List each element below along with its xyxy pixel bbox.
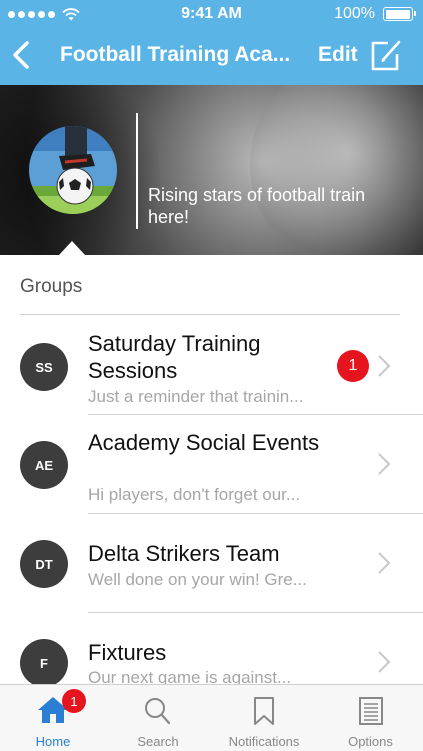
unread-badge: 1	[337, 350, 369, 382]
group-preview: Hi players, don't forget our...	[88, 485, 301, 504]
tab-label: Notifications	[228, 734, 300, 749]
group-name: Academy Social Events	[88, 430, 320, 455]
navigation-bar: Football Training Aca... Edit	[0, 28, 423, 85]
tab-notifications[interactable]: Notifications	[210, 685, 318, 751]
edit-button[interactable]: Edit	[318, 43, 358, 67]
battery-icon	[383, 7, 416, 21]
status-bar: 9:41 AM 100%	[0, 0, 423, 28]
home-badge: 1	[62, 689, 86, 713]
banner-pointer	[59, 241, 85, 255]
group-initials-avatar: AE	[20, 441, 68, 489]
tab-bar: 1 Home Search Notifications Options	[0, 684, 423, 751]
tab-search[interactable]: Search	[106, 685, 210, 751]
banner-background-ball	[250, 85, 423, 255]
chevron-right-icon	[378, 552, 391, 574]
group-row-academy-social[interactable]: AE Academy Social Events Hi players, don…	[0, 415, 423, 514]
compose-icon[interactable]	[370, 38, 402, 72]
bookmark-icon	[254, 697, 274, 725]
group-row-delta-strikers[interactable]: DT Delta Strikers Team Well done on your…	[0, 514, 423, 613]
battery-percent: 100%	[334, 5, 375, 22]
groups-heading: Groups	[20, 276, 83, 297]
group-initials-avatar: SS	[20, 343, 68, 391]
group-name: Fixtures	[88, 640, 167, 665]
tab-label: Options	[348, 734, 393, 749]
tab-label: Search	[137, 734, 179, 749]
tab-options[interactable]: Options	[318, 685, 423, 751]
group-initials-avatar: F	[20, 639, 68, 687]
tab-label: Home	[35, 734, 71, 749]
chevron-right-icon	[378, 651, 391, 673]
groups-heading-underline	[20, 314, 400, 315]
group-name: Saturday Training Sessions	[88, 331, 261, 383]
group-name: Delta Strikers Team	[88, 541, 280, 566]
group-initials-avatar: DT	[20, 540, 68, 588]
group-tagline: Rising stars of football train here!	[148, 185, 366, 227]
group-preview: Just a reminder that trainin...	[88, 387, 304, 406]
chevron-right-icon	[378, 453, 391, 475]
tab-home[interactable]: 1 Home	[0, 685, 106, 751]
search-icon	[145, 698, 171, 725]
banner-divider	[136, 113, 138, 229]
football-avatar	[29, 126, 117, 214]
group-preview: Well done on your win! Gre...	[88, 570, 307, 589]
page-title: Football Training Aca...	[60, 43, 291, 66]
list-icon	[358, 697, 383, 725]
group-row-saturday-training[interactable]: SS Saturday Training Sessions Just a rem…	[0, 316, 423, 415]
chevron-right-icon	[378, 355, 391, 377]
back-chevron-icon[interactable]	[10, 40, 34, 70]
group-banner: Rising stars of football train here!	[0, 85, 423, 255]
